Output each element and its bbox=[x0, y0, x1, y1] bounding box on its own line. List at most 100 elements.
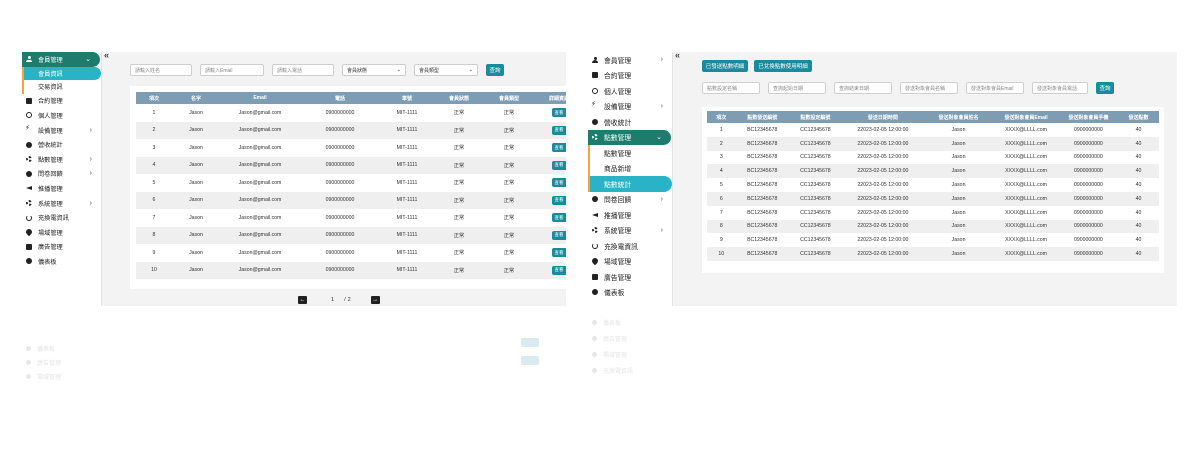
sidebar-item[interactable]: 廣告管理 bbox=[588, 269, 672, 285]
sidebar-item[interactable]: 合約管理 bbox=[22, 94, 101, 109]
collapse-sidebar-button[interactable]: « bbox=[675, 52, 680, 60]
sidebar-item[interactable]: 合約管理 bbox=[588, 68, 672, 84]
table-cell: 0900000000 bbox=[1073, 209, 1103, 216]
table-cell: 正常 bbox=[434, 226, 484, 244]
sidebar-item[interactable]: 營收統計 bbox=[588, 114, 672, 130]
chevron-down-icon: ⌄ bbox=[468, 67, 473, 73]
sidebar-item[interactable]: 個人管理 bbox=[588, 83, 672, 99]
sidebar-item-member-management[interactable]: 會員管理 ⌄ bbox=[22, 52, 100, 67]
table-cell: 正常 bbox=[503, 215, 515, 222]
view-details-button[interactable]: 查看 bbox=[551, 213, 566, 223]
sidebar-item[interactable]: 會員管理 › bbox=[588, 52, 672, 68]
table-cell: Jason@gmail.com bbox=[238, 144, 282, 151]
table-cell: 0900000000 bbox=[1073, 182, 1103, 189]
left-reflection: 儀表板 廣告管理 場域管理 bbox=[22, 306, 566, 426]
phone-search-input[interactable]: 請輸入電話 bbox=[272, 64, 334, 76]
table-cell: 2 bbox=[707, 136, 736, 151]
view-details-button[interactable]: 查看 bbox=[551, 178, 566, 188]
reflection-button bbox=[521, 356, 539, 365]
chevron-right-icon: › bbox=[89, 170, 92, 178]
table-cell: 0900000000 bbox=[325, 144, 355, 151]
table-cell: 40 bbox=[1118, 247, 1159, 261]
table-row: 4 Jason Jason@gmail.com 0900000000 MIT-1111 正… bbox=[136, 156, 566, 174]
sidebar-item[interactable]: 問卷回饋 › bbox=[588, 192, 672, 208]
view-details-button[interactable]: 查看 bbox=[551, 108, 566, 118]
table-cell: 3 bbox=[152, 144, 156, 151]
table-cell: CC12345678 bbox=[788, 219, 842, 234]
member-type-select[interactable]: 會員類型 ⌄ bbox=[414, 64, 478, 76]
table-cell: 0900000000 bbox=[300, 156, 380, 174]
sidebar-item[interactable]: 充換電資訊 bbox=[22, 210, 101, 225]
recipient-name-input[interactable]: 發送對象會員名稱 bbox=[900, 82, 958, 94]
main-content: 已發送點數明細 已兌換點數使用明細 點數設定名稱 查詢起始日期 查詢結束日期 發… bbox=[692, 52, 1165, 306]
table-cell: XXXX@LLLL.com bbox=[993, 164, 1059, 179]
view-details-button[interactable]: 查看 bbox=[551, 265, 566, 275]
table-cell: MIT-1111 bbox=[396, 144, 418, 151]
chat-icon bbox=[26, 170, 32, 177]
sidebar-item[interactable]: 充換電資訊 bbox=[588, 238, 672, 254]
chevron-down-icon: ⌄ bbox=[656, 134, 662, 142]
sidebar-item[interactable]: 個人管理 bbox=[22, 108, 101, 123]
table-row: 2 Jason Jason@gmail.com 0900000000 MIT-1111 正… bbox=[136, 121, 566, 139]
sidebar-item[interactable]: 設備管理 › bbox=[588, 99, 672, 115]
view-details-button[interactable]: 查看 bbox=[551, 125, 566, 135]
table-cell: XXXX@LLLL.com bbox=[1005, 237, 1047, 244]
search-button[interactable]: 查詢 bbox=[1096, 82, 1114, 94]
search-button[interactable]: 查詢 bbox=[486, 64, 504, 76]
sidebar-subitem[interactable]: 點數統計 bbox=[588, 176, 672, 192]
recipient-phone-input[interactable]: 發送對象會員電話 bbox=[1032, 82, 1088, 94]
view-details-button[interactable]: 查看 bbox=[551, 143, 566, 153]
sidebar-item[interactable]: 系統管理 › bbox=[588, 223, 672, 239]
view-details-button[interactable]: 查看 bbox=[551, 160, 566, 170]
tab-sent-points[interactable]: 已發送點數明細 bbox=[702, 60, 748, 72]
sidebar-subitem[interactable]: 商品新增 bbox=[588, 160, 672, 176]
table-header-row: 項次名字Email電話車號會員狀態會員類型詳細資訊 bbox=[136, 92, 566, 104]
sidebar-item[interactable]: 問卷回饋 › bbox=[22, 167, 101, 182]
sidebar-item[interactable]: 場域管理 bbox=[22, 225, 101, 240]
member-status-select[interactable]: 會員狀態 ⌄ bbox=[342, 64, 406, 76]
sidebar-item[interactable]: 儀表板 bbox=[22, 254, 101, 269]
sidebar-item[interactable]: 設備管理 › bbox=[22, 123, 101, 138]
sidebar-item[interactable]: 點數管理 › bbox=[22, 152, 101, 167]
sidebar-item-label: 合約管理 bbox=[38, 98, 63, 106]
email-search-input[interactable]: 請輸入Email bbox=[200, 64, 264, 76]
sidebar-item[interactable]: 場域管理 bbox=[588, 254, 672, 270]
table-header-row: 項次 點數發送編號 點數設定編號 發送日期時間 發送對象會員姓名 發送對象會員Email 發… bbox=[707, 111, 1159, 123]
sidebar-item[interactable]: 廣告管理 bbox=[22, 240, 101, 255]
start-date-input[interactable]: 查詢起始日期 bbox=[768, 82, 826, 94]
sidebar-subitem[interactable]: 交易資訊 bbox=[22, 80, 101, 94]
view-details-button[interactable]: 查看 bbox=[551, 230, 566, 240]
right-reflection: 儀表板 廣告管理 場域管理 充換電資訊 bbox=[588, 306, 1177, 426]
view-details-button[interactable]: 查看 bbox=[551, 195, 566, 205]
table-cell: XXXX@LLLL.com bbox=[1005, 182, 1047, 189]
sidebar-subitem[interactable]: 會員資訊 bbox=[22, 66, 101, 81]
sidebar-item[interactable]: 系統管理 › bbox=[22, 196, 101, 211]
table-cell: 正常 bbox=[503, 250, 515, 257]
prev-page-button[interactable]: ← bbox=[298, 296, 307, 304]
sidebar-item[interactable]: 營收統計 bbox=[22, 137, 101, 152]
collapse-sidebar-button[interactable]: « bbox=[104, 52, 109, 60]
tab-redeemed-points[interactable]: 已兌換點數使用明細 bbox=[754, 60, 812, 72]
sidebar-item[interactable]: 儀表板 bbox=[588, 285, 672, 301]
sidebar-item[interactable]: 推播管理 bbox=[588, 207, 672, 223]
table-row: 9 Jason Jason@gmail.com 0900000000 MIT-1111 正… bbox=[136, 244, 566, 262]
table-cell: MIT-1111 bbox=[396, 179, 418, 186]
points-setting-name-input[interactable]: 點數設定名稱 bbox=[702, 82, 760, 94]
end-date-input[interactable]: 查詢結束日期 bbox=[834, 82, 892, 94]
name-search-input[interactable]: 請輸入姓名 bbox=[130, 64, 192, 76]
sidebar-item[interactable]: 推播管理 bbox=[22, 181, 101, 196]
table-cell: 正常 bbox=[484, 191, 534, 209]
table-cell: 0900000000 bbox=[1058, 191, 1119, 206]
reflection-dot-icon bbox=[592, 352, 597, 357]
view-details-button[interactable]: 查看 bbox=[551, 248, 566, 258]
total-pages: 2 bbox=[347, 297, 351, 303]
sidebar-subitem[interactable]: 點數管理 bbox=[588, 145, 672, 161]
table-cell: Jason@gmail.com bbox=[220, 226, 300, 244]
recipient-email-input[interactable]: 發送對象會員Email bbox=[966, 82, 1024, 94]
column-header: 發送對象會員Email bbox=[993, 111, 1059, 123]
sidebar-item-points-management[interactable]: 點數管理 ⌄ bbox=[588, 129, 671, 145]
sidebar-item-label: 點數管理 bbox=[38, 156, 63, 164]
table-cell: 0900000000 bbox=[300, 226, 380, 244]
column-header: 名字 bbox=[172, 92, 220, 104]
next-page-button[interactable]: → bbox=[370, 296, 380, 304]
